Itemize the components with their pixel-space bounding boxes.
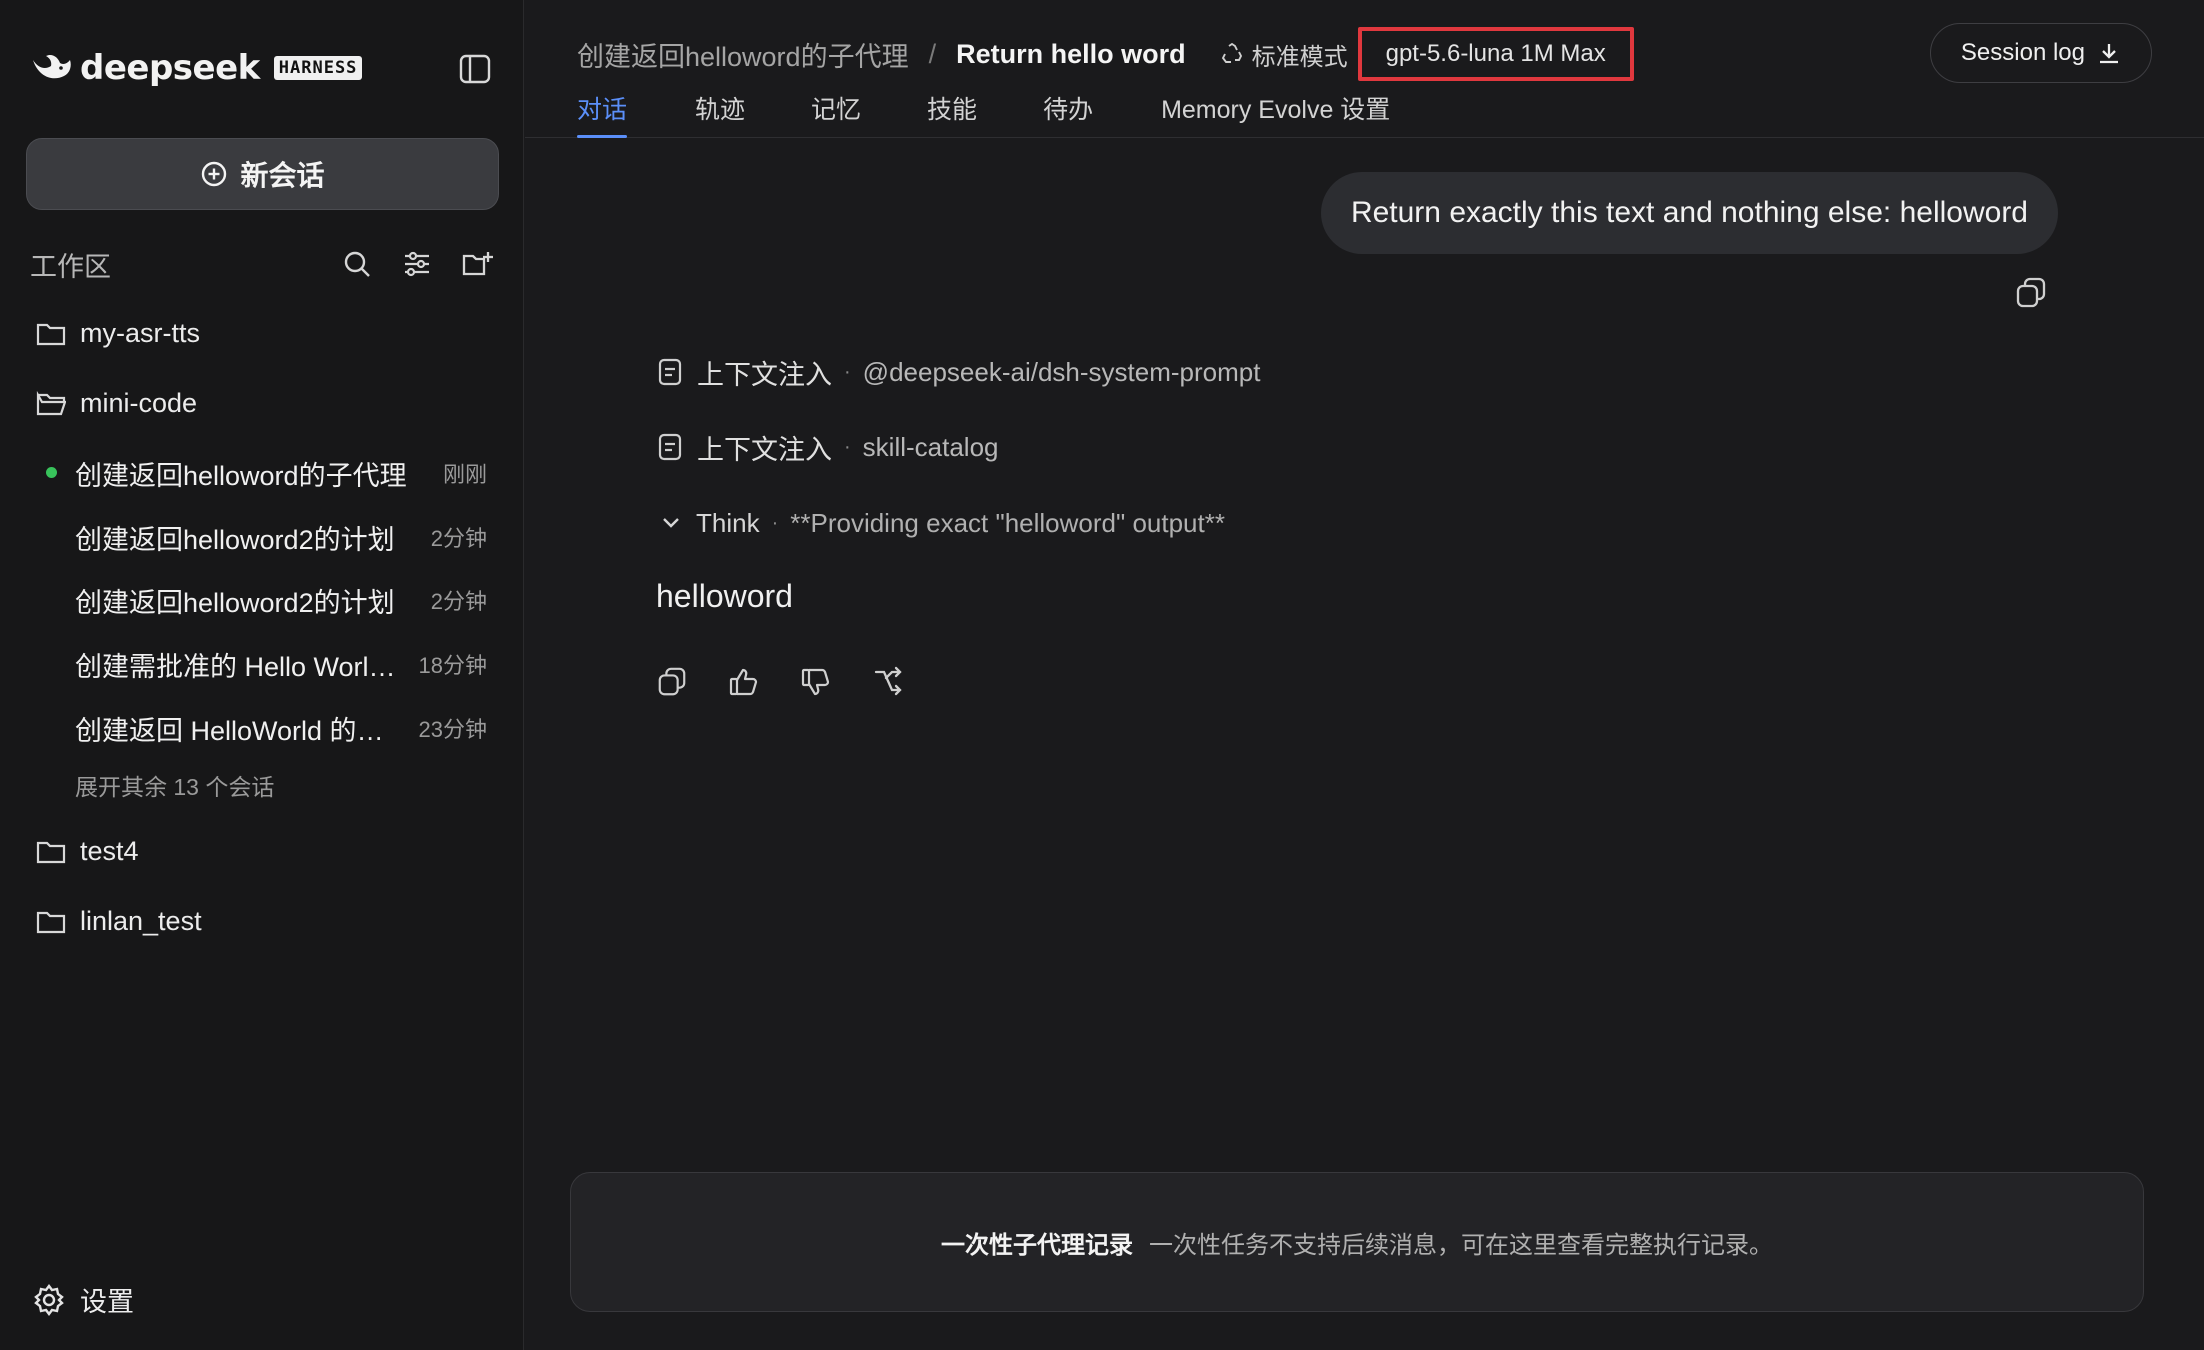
separator-dot: · — [844, 435, 851, 458]
notice-text: 一次性任务不支持后续消息，可在这里查看完整执行记录。 — [1149, 1231, 1773, 1259]
breadcrumb-separator: / — [928, 38, 937, 69]
breadcrumb-current: Return hello word — [956, 38, 1186, 69]
session-item[interactable]: 创建需批准的 Hello World ... 18分钟 — [75, 640, 487, 688]
separator-dot: · — [771, 511, 779, 534]
session-time: 2分钟 — [430, 589, 487, 614]
copy-icon[interactable] — [654, 664, 690, 700]
session-time: 23分钟 — [418, 717, 487, 742]
folder-name: mini-code — [80, 388, 198, 418]
user-message-text: Return exactly this text and nothing els… — [1350, 196, 2028, 229]
context-value: @deepseek-ai/dsh-system-prompt — [862, 356, 1261, 387]
one-off-subagent-notice: 一次性子代理记录 一次性任务不支持后续消息，可在这里查看完整执行记录。 — [570, 1172, 2144, 1312]
breadcrumb: 创建返回helloword的子代理 / Return hello word 标准… — [577, 27, 1634, 81]
new-chat-button[interactable]: 新会话 — [26, 138, 499, 210]
breadcrumb-parent[interactable]: 创建返回helloword的子代理 — [577, 35, 909, 74]
session-item[interactable]: 创建返回 HelloWorld 的子... 23分钟 — [75, 704, 487, 752]
session-item[interactable]: 创建返回helloword2的计划 2分钟 — [75, 576, 487, 624]
workspace-header: 工作区 — [30, 246, 496, 282]
session-title: 创建返回helloword2的计划 — [75, 524, 395, 555]
folder-icon — [36, 321, 66, 347]
tab-chat[interactable]: 对话 — [577, 90, 628, 138]
tab-memory-evolve-settings[interactable]: Memory Evolve 设置 — [1161, 90, 1390, 138]
main-header: 创建返回helloword的子代理 / Return hello word 标准… — [525, 0, 2204, 138]
context-label: 上下文注入 — [697, 359, 832, 390]
workspace-title: 工作区 — [30, 251, 111, 282]
message-actions — [654, 664, 906, 700]
tab-skills[interactable]: 技能 — [927, 90, 977, 138]
sidebar-toggle-icon[interactable] — [458, 52, 492, 86]
session-item[interactable]: 创建返回helloword的子代理 刚刚 — [75, 449, 487, 497]
chevron-down-icon — [660, 512, 682, 534]
download-icon — [2097, 41, 2121, 65]
expand-more-sessions[interactable]: 展开其余 13 个会话 — [75, 768, 274, 802]
think-label: Think — [696, 507, 760, 538]
new-folder-icon[interactable] — [458, 245, 496, 283]
tab-bar: 对话 轨迹 记忆 技能 待办 Memory Evolve 设置 — [577, 90, 1390, 138]
session-log-label: Session log — [1960, 39, 2085, 66]
thumbs-down-icon[interactable] — [798, 664, 834, 700]
folder-item[interactable]: test4 — [36, 836, 139, 867]
mode-label: 标准模式 — [1251, 43, 1348, 71]
context-label: 上下文注入 — [697, 434, 832, 465]
folder-open-icon — [36, 390, 66, 417]
session-time: 18分钟 — [418, 653, 487, 678]
notice-title: 一次性子代理记录 — [941, 1231, 1133, 1259]
search-icon[interactable] — [338, 245, 376, 283]
session-log-button[interactable]: Session log — [1929, 23, 2152, 83]
think-summary: **Providing exact "helloword" output** — [790, 507, 1225, 538]
tab-trace[interactable]: 轨迹 — [695, 90, 745, 138]
session-item[interactable]: 创建返回helloword2的计划 2分钟 — [75, 513, 487, 561]
session-title: 创建返回helloword的子代理 — [75, 460, 407, 491]
folder-name: test4 — [80, 836, 139, 866]
plus-circle-icon — [200, 160, 240, 188]
branch-icon[interactable] — [870, 664, 906, 700]
session-time: 2分钟 — [430, 526, 487, 551]
tab-todo[interactable]: 待办 — [1043, 90, 1093, 138]
new-chat-label: 新会话 — [240, 160, 325, 191]
document-icon — [657, 432, 683, 462]
thumbs-up-icon[interactable] — [726, 664, 762, 700]
filter-icon[interactable] — [398, 245, 436, 283]
model-selector[interactable]: gpt-5.6-luna 1M Max — [1357, 27, 1634, 81]
copy-icon[interactable] — [2014, 276, 2048, 310]
brand[interactable]: deepseek HARNESS — [30, 48, 363, 88]
assistant-answer: helloword — [656, 578, 793, 614]
whale-logo-icon — [30, 48, 74, 88]
session-title: 创建返回helloword2的计划 — [75, 587, 395, 618]
brand-name: deepseek — [80, 48, 260, 88]
settings-label: 设置 — [80, 1287, 134, 1317]
folder-item[interactable]: linlan_test — [36, 906, 202, 937]
user-message-bubble: Return exactly this text and nothing els… — [1320, 172, 2058, 254]
session-title: 创建返回 HelloWorld 的子... — [75, 715, 405, 746]
document-icon — [657, 357, 683, 387]
folder-item[interactable]: my-asr-tts — [36, 318, 200, 349]
tab-memory[interactable]: 记忆 — [811, 90, 861, 138]
separator-dot: · — [844, 360, 851, 383]
mode-indicator[interactable]: 标准模式 — [1220, 37, 1348, 72]
folder-name: my-asr-tts — [80, 318, 200, 348]
recycle-icon — [1220, 42, 1252, 66]
context-injection-row[interactable]: 上下文注入 · skill-catalog — [657, 427, 999, 467]
sidebar: deepseek HARNESS 新会话 工作区 my-asr-tts mini… — [0, 0, 524, 1350]
think-toggle[interactable]: Think · **Providing exact "helloword" ou… — [660, 503, 1225, 543]
folder-icon — [36, 839, 66, 865]
context-value: skill-catalog — [862, 431, 999, 462]
folder-name: linlan_test — [80, 906, 202, 936]
session-time: 刚刚 — [442, 462, 487, 487]
settings-gear-icon — [32, 1283, 66, 1317]
folder-item[interactable]: mini-code — [36, 388, 197, 419]
settings-button[interactable]: 设置 — [32, 1280, 134, 1319]
active-session-dot — [46, 467, 57, 478]
brand-badge: HARNESS — [273, 56, 363, 80]
context-injection-row[interactable]: 上下文注入 · @deepseek-ai/dsh-system-prompt — [657, 352, 1260, 392]
folder-icon — [36, 909, 66, 935]
session-title: 创建需批准的 Hello World ... — [75, 651, 405, 682]
